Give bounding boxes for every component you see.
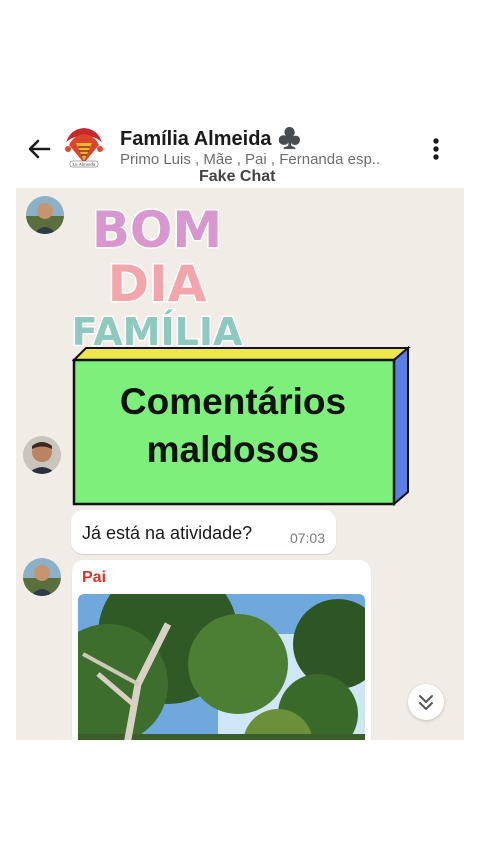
scroll-to-bottom-button[interactable] — [408, 684, 444, 720]
group-name[interactable]: Família Almeida ♣️ — [120, 126, 302, 151]
back-button[interactable] — [22, 132, 56, 166]
sticker-line-dia: DIA — [108, 255, 207, 313]
family-crest-icon: La Almeida — [60, 123, 108, 171]
person-photo-icon — [23, 436, 61, 474]
avatar-logo-text: La Almeida — [73, 162, 96, 167]
bom-dia-sticker[interactable]: BOM DIA FAMÍLIA — [72, 193, 262, 354]
message-sender: Pai — [82, 569, 107, 586]
person-photo-icon — [23, 558, 61, 596]
avatar[interactable] — [26, 196, 64, 234]
banner-side-face — [393, 346, 409, 507]
more-vert-icon — [433, 138, 439, 160]
banner-top-face — [72, 347, 411, 361]
group-avatar[interactable]: La Almeida — [60, 123, 108, 171]
more-options-button[interactable] — [424, 132, 448, 166]
double-chevron-down-icon — [419, 695, 433, 710]
image-message-bubble[interactable]: Pai — [72, 560, 371, 740]
message-list[interactable]: BOM DIA FAMÍLIA Comentários maldosos Já … — [16, 188, 464, 740]
avatar[interactable] — [23, 436, 61, 474]
chat-header: La Almeida Família Almeida ♣️ Primo Luis… — [16, 118, 464, 188]
app-frame: La Almeida Família Almeida ♣️ Primo Luis… — [16, 118, 464, 740]
message-time: 07:03 — [289, 530, 325, 546]
overlay-line-1: Comentários — [119, 381, 347, 422]
sticker-line-bom: BOM — [92, 201, 222, 259]
avatar[interactable] — [23, 558, 61, 596]
watermark-text: Fake Chat — [199, 168, 276, 185]
person-photo-icon — [26, 196, 64, 234]
arrow-left-icon — [28, 139, 51, 159]
overlay-line-2: maldosos — [146, 429, 320, 470]
trees-photo-image — [78, 594, 365, 740]
group-members[interactable]: Primo Luis , Mãe , Pai , Fernanda esp.. — [120, 151, 405, 168]
message-text: Já está na atividade? — [82, 523, 253, 543]
message-photo[interactable] — [78, 594, 365, 740]
message-bubble[interactable]: Já está na atividade? 07:03 — [71, 510, 336, 554]
overlay-text: Comentários maldosos — [74, 378, 392, 474]
